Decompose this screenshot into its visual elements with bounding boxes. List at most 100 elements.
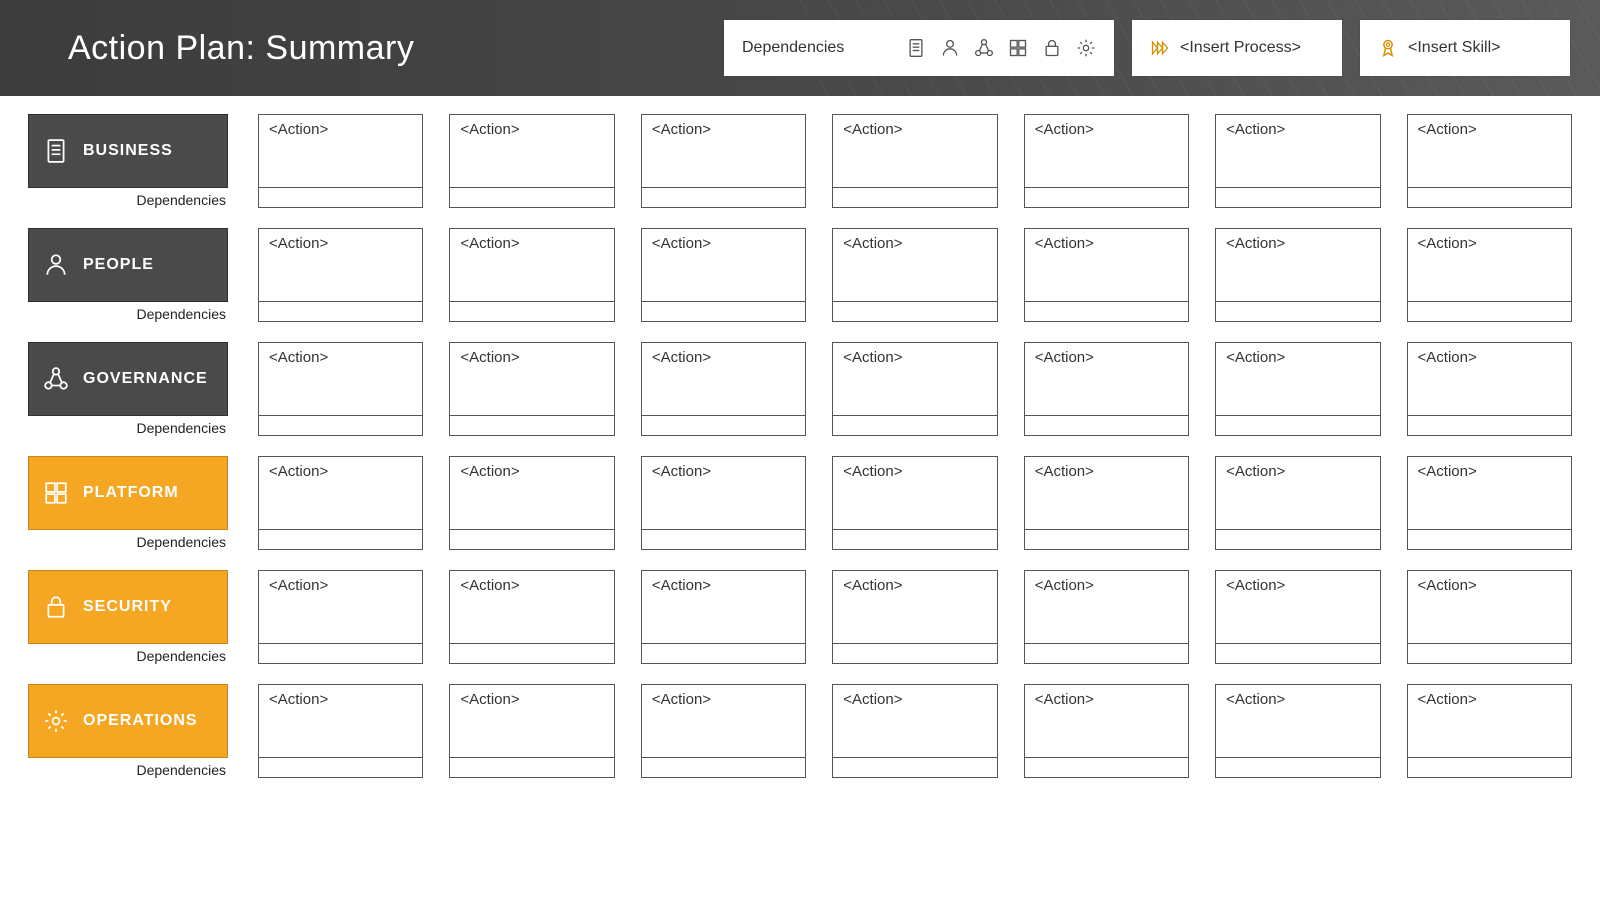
action-text: <Action>: [833, 571, 996, 643]
action-card[interactable]: <Action>: [1024, 570, 1189, 664]
action-card[interactable]: <Action>: [1215, 342, 1380, 436]
action-card[interactable]: <Action>: [1024, 684, 1189, 778]
action-foot: [450, 415, 613, 435]
action-card[interactable]: <Action>: [258, 456, 423, 550]
action-card[interactable]: <Action>: [449, 456, 614, 550]
row-label-wrap: PEOPLEDependencies: [28, 228, 228, 322]
action-card[interactable]: <Action>: [449, 570, 614, 664]
action-card[interactable]: <Action>: [1024, 456, 1189, 550]
action-cards: <Action> <Action> <Action> <Action> <Action>…: [258, 684, 1572, 778]
platform-icon: [1008, 38, 1028, 58]
category-platform[interactable]: PLATFORM: [28, 456, 228, 530]
row-security: SECURITYDependencies<Action><Action><Act…: [28, 570, 1572, 664]
action-card[interactable]: <Action>: [449, 114, 614, 208]
action-card[interactable]: <Action>: [258, 228, 423, 322]
action-card[interactable]: <Action>: [449, 342, 614, 436]
action-foot: [450, 529, 613, 549]
action-foot: [259, 301, 422, 321]
action-text: <Action>: [450, 229, 613, 301]
action-text: <Action>: [450, 115, 613, 187]
platform-icon: [43, 480, 69, 506]
action-card[interactable]: <Action>: [258, 570, 423, 664]
action-foot: [833, 757, 996, 777]
action-card[interactable]: <Action>: [1024, 114, 1189, 208]
category-label: SECURITY: [83, 598, 172, 616]
action-card[interactable]: <Action>: [1024, 342, 1189, 436]
action-text: <Action>: [642, 571, 805, 643]
row-sublabel: Dependencies: [28, 644, 228, 664]
action-card[interactable]: <Action>: [1407, 342, 1572, 436]
action-card[interactable]: <Action>: [449, 228, 614, 322]
category-operations[interactable]: OPERATIONS: [28, 684, 228, 758]
category-business[interactable]: BUSINESS: [28, 114, 228, 188]
action-foot: [1025, 529, 1188, 549]
action-card[interactable]: <Action>: [449, 684, 614, 778]
insert-skill-label: <Insert Skill>: [1408, 39, 1500, 57]
header-panels: Dependencies <Insert Process> <Insert Sk…: [724, 20, 1570, 76]
action-card[interactable]: <Action>: [832, 114, 997, 208]
action-card[interactable]: <Action>: [1215, 114, 1380, 208]
row-label-wrap: OPERATIONSDependencies: [28, 684, 228, 778]
action-foot: [1025, 415, 1188, 435]
governance-icon: [974, 38, 994, 58]
action-text: <Action>: [1408, 685, 1571, 757]
action-foot: [1025, 757, 1188, 777]
action-text: <Action>: [1408, 229, 1571, 301]
action-text: <Action>: [259, 685, 422, 757]
action-card[interactable]: <Action>: [1407, 228, 1572, 322]
action-card[interactable]: <Action>: [1215, 456, 1380, 550]
action-card[interactable]: <Action>: [1215, 570, 1380, 664]
action-card[interactable]: <Action>: [832, 342, 997, 436]
action-card[interactable]: <Action>: [258, 114, 423, 208]
action-text: <Action>: [1025, 229, 1188, 301]
header-bar: Action Plan: Summary Dependencies <Inser…: [0, 0, 1600, 96]
action-card[interactable]: <Action>: [641, 342, 806, 436]
category-security[interactable]: SECURITY: [28, 570, 228, 644]
dependencies-panel[interactable]: Dependencies: [724, 20, 1114, 76]
action-foot: [1408, 301, 1571, 321]
row-governance: GOVERNANCEDependencies<Action><Action><A…: [28, 342, 1572, 436]
action-card[interactable]: <Action>: [1215, 228, 1380, 322]
category-governance[interactable]: GOVERNANCE: [28, 342, 228, 416]
category-people[interactable]: PEOPLE: [28, 228, 228, 302]
action-card[interactable]: <Action>: [641, 114, 806, 208]
action-text: <Action>: [1408, 343, 1571, 415]
row-label-wrap: PLATFORMDependencies: [28, 456, 228, 550]
category-label: BUSINESS: [83, 142, 173, 160]
action-card[interactable]: <Action>: [1407, 456, 1572, 550]
action-card[interactable]: <Action>: [1407, 114, 1572, 208]
action-card[interactable]: <Action>: [641, 684, 806, 778]
action-card[interactable]: <Action>: [1215, 684, 1380, 778]
insert-skill-panel[interactable]: <Insert Skill>: [1360, 20, 1570, 76]
action-card[interactable]: <Action>: [258, 342, 423, 436]
action-foot: [833, 415, 996, 435]
insert-process-panel[interactable]: <Insert Process>: [1132, 20, 1342, 76]
action-card[interactable]: <Action>: [258, 684, 423, 778]
action-foot: [642, 415, 805, 435]
action-foot: [450, 643, 613, 663]
action-card[interactable]: <Action>: [1407, 570, 1572, 664]
action-card[interactable]: <Action>: [832, 570, 997, 664]
operations-icon: [43, 708, 69, 734]
operations-icon: [1076, 38, 1096, 58]
category-label: PEOPLE: [83, 256, 154, 274]
action-text: <Action>: [1216, 343, 1379, 415]
action-text: <Action>: [450, 457, 613, 529]
action-card[interactable]: <Action>: [832, 456, 997, 550]
action-card[interactable]: <Action>: [1407, 684, 1572, 778]
action-card[interactable]: <Action>: [832, 228, 997, 322]
action-card[interactable]: <Action>: [1024, 228, 1189, 322]
action-card[interactable]: <Action>: [641, 570, 806, 664]
action-card[interactable]: <Action>: [832, 684, 997, 778]
action-foot: [1408, 643, 1571, 663]
action-card[interactable]: <Action>: [641, 456, 806, 550]
action-cards: <Action> <Action> <Action> <Action> <Action>…: [258, 570, 1572, 664]
action-foot: [1216, 643, 1379, 663]
action-foot: [450, 757, 613, 777]
row-people: PEOPLEDependencies <Action> <Action> <Actio…: [28, 228, 1572, 322]
action-foot: [1216, 187, 1379, 207]
business-icon: [906, 38, 926, 58]
action-card[interactable]: <Action>: [641, 228, 806, 322]
business-icon: [43, 138, 69, 164]
action-text: <Action>: [1408, 571, 1571, 643]
